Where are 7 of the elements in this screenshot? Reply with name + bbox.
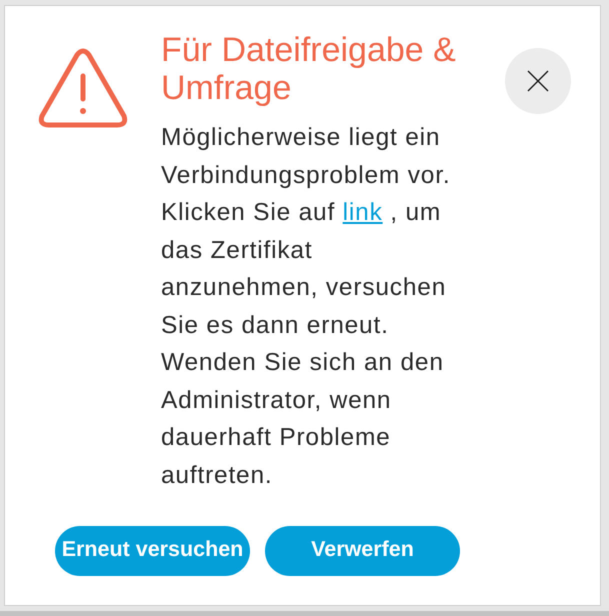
dismiss-button[interactable]: Verwerfen — [265, 526, 460, 576]
warning-icon — [38, 48, 128, 128]
close-icon — [527, 70, 549, 92]
certificate-link[interactable]: link — [342, 199, 383, 226]
dialog-title: Für Dateifreigabe & Umfrage — [161, 31, 457, 107]
retry-button[interactable]: Erneut versuchen — [55, 526, 250, 576]
dialog-message: Möglicherweise liegt ein Verbindungsproblem vor. Klicken Sie auf link , um das Zertifikat anzunehmen, versuchen Sie es dann erneut. Wenden Sie sich an den Administrator, wenn dauerhaft Probleme auftreten. — [161, 123, 452, 490]
